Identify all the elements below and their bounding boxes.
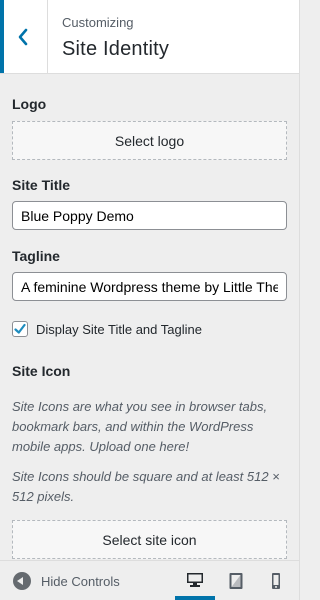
site-icon-description: Site Icons are what you see in browser t… bbox=[12, 399, 268, 454]
collapse-icon bbox=[13, 572, 31, 590]
desktop-icon bbox=[187, 573, 203, 587]
select-site-icon-button[interactable]: Select site icon bbox=[12, 520, 287, 559]
preview-tablet-button[interactable] bbox=[217, 561, 257, 600]
back-button[interactable] bbox=[0, 0, 48, 73]
tagline-label: Tagline bbox=[12, 248, 60, 264]
tagline-input[interactable] bbox=[12, 272, 287, 301]
customizer-panel: Customizing Site Identity Logo Select lo… bbox=[0, 0, 300, 600]
site-title-label: Site Title bbox=[12, 177, 71, 193]
site-title-input[interactable] bbox=[12, 201, 287, 230]
display-title-label[interactable]: Display Site Title and Tagline bbox=[36, 322, 202, 337]
tablet-icon bbox=[229, 573, 243, 589]
site-icon-label: Site Icon bbox=[12, 363, 71, 379]
preview-desktop-button[interactable] bbox=[175, 561, 215, 600]
customizing-label: Customizing bbox=[62, 15, 134, 30]
checkmark-icon bbox=[14, 323, 26, 334]
page-title: Site Identity bbox=[62, 38, 170, 60]
hide-controls-button[interactable]: Hide Controls bbox=[13, 571, 120, 591]
panel-header: Customizing Site Identity bbox=[0, 0, 299, 74]
display-title-checkbox[interactable] bbox=[12, 321, 28, 337]
preview-mobile-button[interactable] bbox=[259, 561, 299, 600]
customizer-footer: Hide Controls bbox=[0, 560, 299, 600]
select-logo-button[interactable]: Select logo bbox=[12, 121, 287, 160]
chevron-left-icon bbox=[18, 28, 28, 46]
mobile-icon bbox=[272, 573, 280, 589]
site-icon-size-note: Site Icons should be square and at least… bbox=[12, 469, 280, 504]
logo-label: Logo bbox=[12, 96, 47, 112]
hide-controls-label: Hide Controls bbox=[41, 573, 120, 589]
